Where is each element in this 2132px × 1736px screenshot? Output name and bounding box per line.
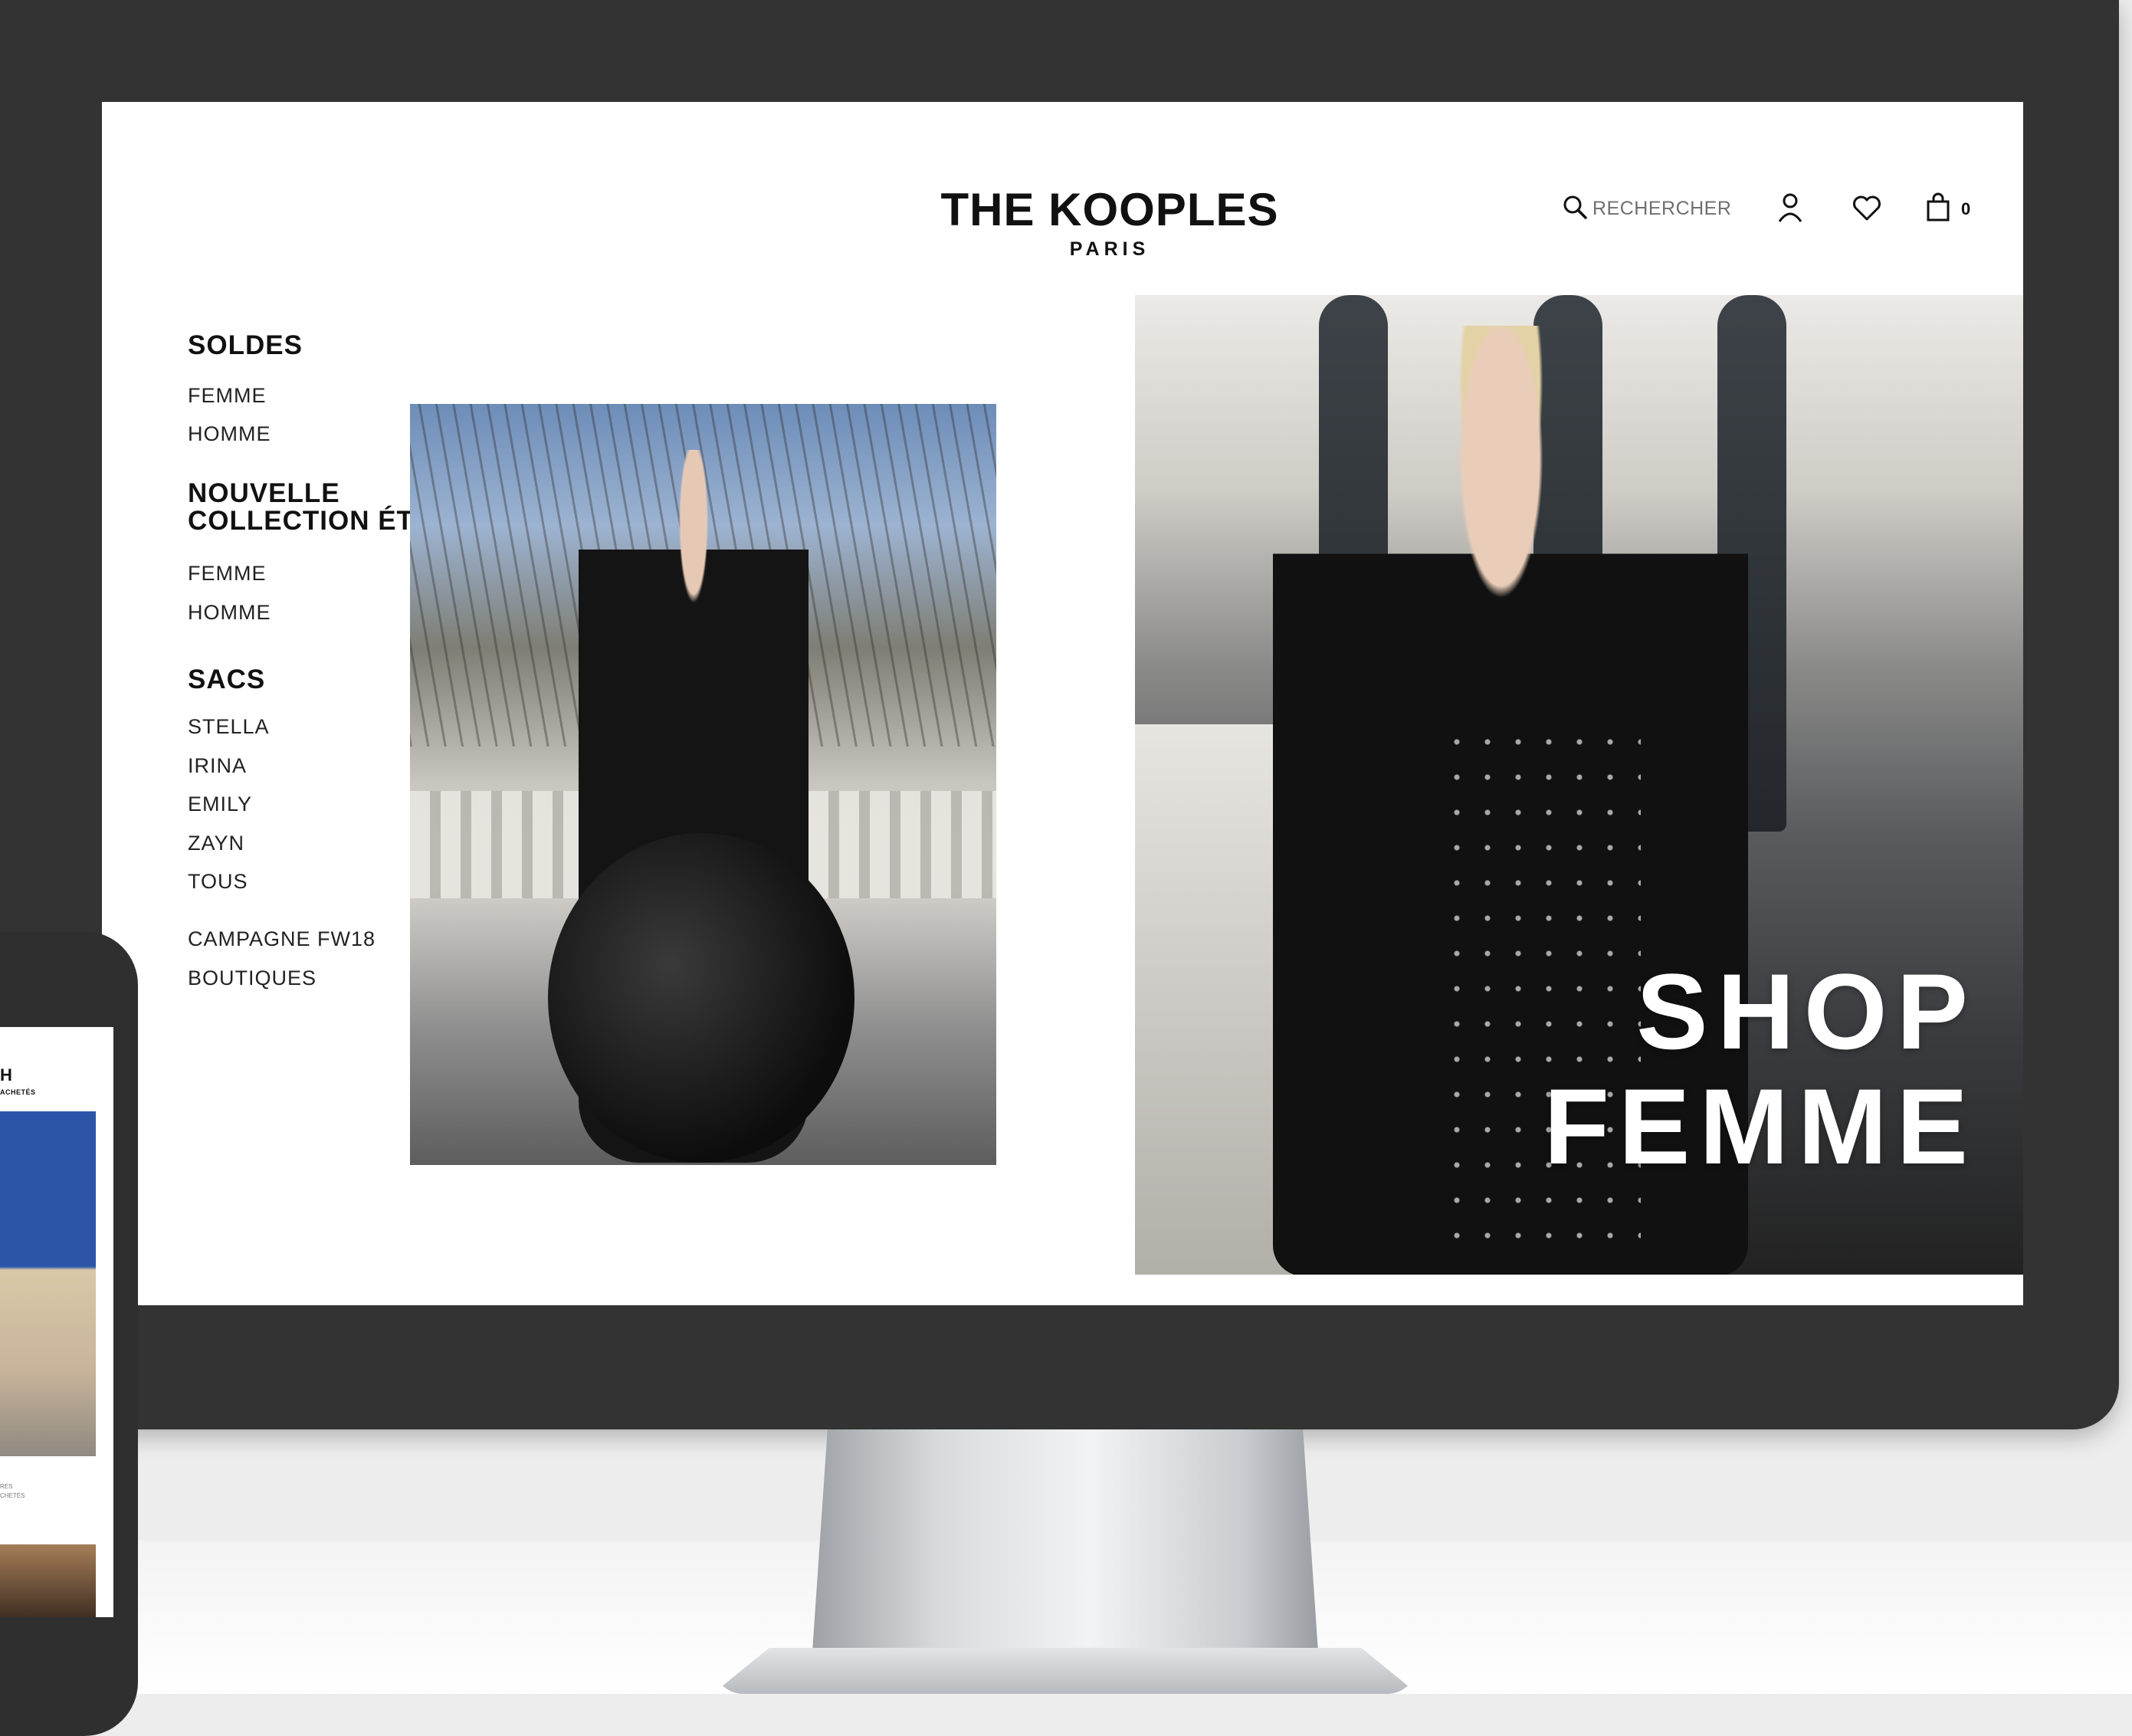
menu-item-campagne[interactable]: CAMPAGNE FW18 [188, 927, 376, 951]
brand-city: PARIS [1069, 238, 1150, 260]
menu-item-soldes-femme[interactable]: FEMME [188, 384, 267, 408]
menu-heading-sacs[interactable]: SACS [188, 666, 265, 694]
cart-count: 0 [1961, 199, 1971, 218]
phone-photo[interactable] [0, 1544, 96, 1617]
mobile-phone: H ACHETÉS RES CHETÉS [0, 931, 138, 1736]
menu-item-zayn[interactable]: ZAYN [188, 832, 244, 855]
search-button[interactable]: RECHERCHER [1562, 194, 1731, 224]
phone-title: H [0, 1065, 12, 1085]
phone-photo[interactable] [0, 1111, 96, 1456]
desktop-monitor: THE KOOPLES PARIS RECHERCHER 0 SOLDES FE… [0, 0, 2119, 1429]
menu-heading-nouvelle-line1[interactable]: NOUVELLE [188, 480, 340, 507]
photo-leather-jacket [548, 833, 854, 1163]
hero-banner[interactable]: SHOP FEMME [1135, 295, 2023, 1275]
wishlist-button[interactable] [1852, 195, 1882, 225]
phone-subtitle: ACHETÉS [0, 1088, 36, 1096]
menu-item-soldes-homme[interactable]: HOMME [188, 422, 271, 446]
phone-caption-line2: CHETÉS [0, 1492, 25, 1499]
menu-item-boutiques[interactable]: BOUTIQUES [188, 966, 317, 990]
website-screen: THE KOOPLES PARIS RECHERCHER 0 SOLDES FE… [102, 102, 2023, 1305]
account-button[interactable] [1776, 192, 1804, 227]
shop-femme-link[interactable]: SHOP FEMME [1543, 954, 1977, 1184]
menu-item-stella[interactable]: STELLA [188, 715, 270, 739]
search-label: RECHERCHER [1592, 198, 1732, 219]
user-icon [1776, 193, 1804, 226]
cart-button[interactable]: 0 [1926, 192, 1970, 225]
monitor-stand-neck [812, 1429, 1318, 1652]
heart-icon [1852, 195, 1882, 225]
menu-heading-soldes[interactable]: SOLDES [188, 332, 303, 359]
hero-caption-line1: SHOP [1636, 951, 1977, 1071]
phone-screen: H ACHETÉS RES CHETÉS [0, 1027, 113, 1617]
menu-item-nouvelle-homme[interactable]: HOMME [188, 601, 271, 625]
brand-logo[interactable]: THE KOOPLES PARIS [926, 185, 1294, 261]
monitor-stand-base [713, 1648, 1418, 1694]
menu-item-tous[interactable]: TOUS [188, 870, 248, 894]
shopping-bag-icon [1926, 192, 1950, 225]
menu-item-emily[interactable]: EMILY [188, 793, 252, 816]
search-icon [1562, 194, 1588, 224]
hero-caption-line2: FEMME [1543, 1066, 1977, 1186]
phone-caption-line1: RES [0, 1483, 13, 1490]
editorial-photo[interactable] [410, 404, 996, 1165]
brand-name: THE KOOPLES [940, 184, 1279, 235]
menu-item-irina[interactable]: IRINA [188, 754, 247, 778]
menu-item-nouvelle-femme[interactable]: FEMME [188, 562, 267, 586]
